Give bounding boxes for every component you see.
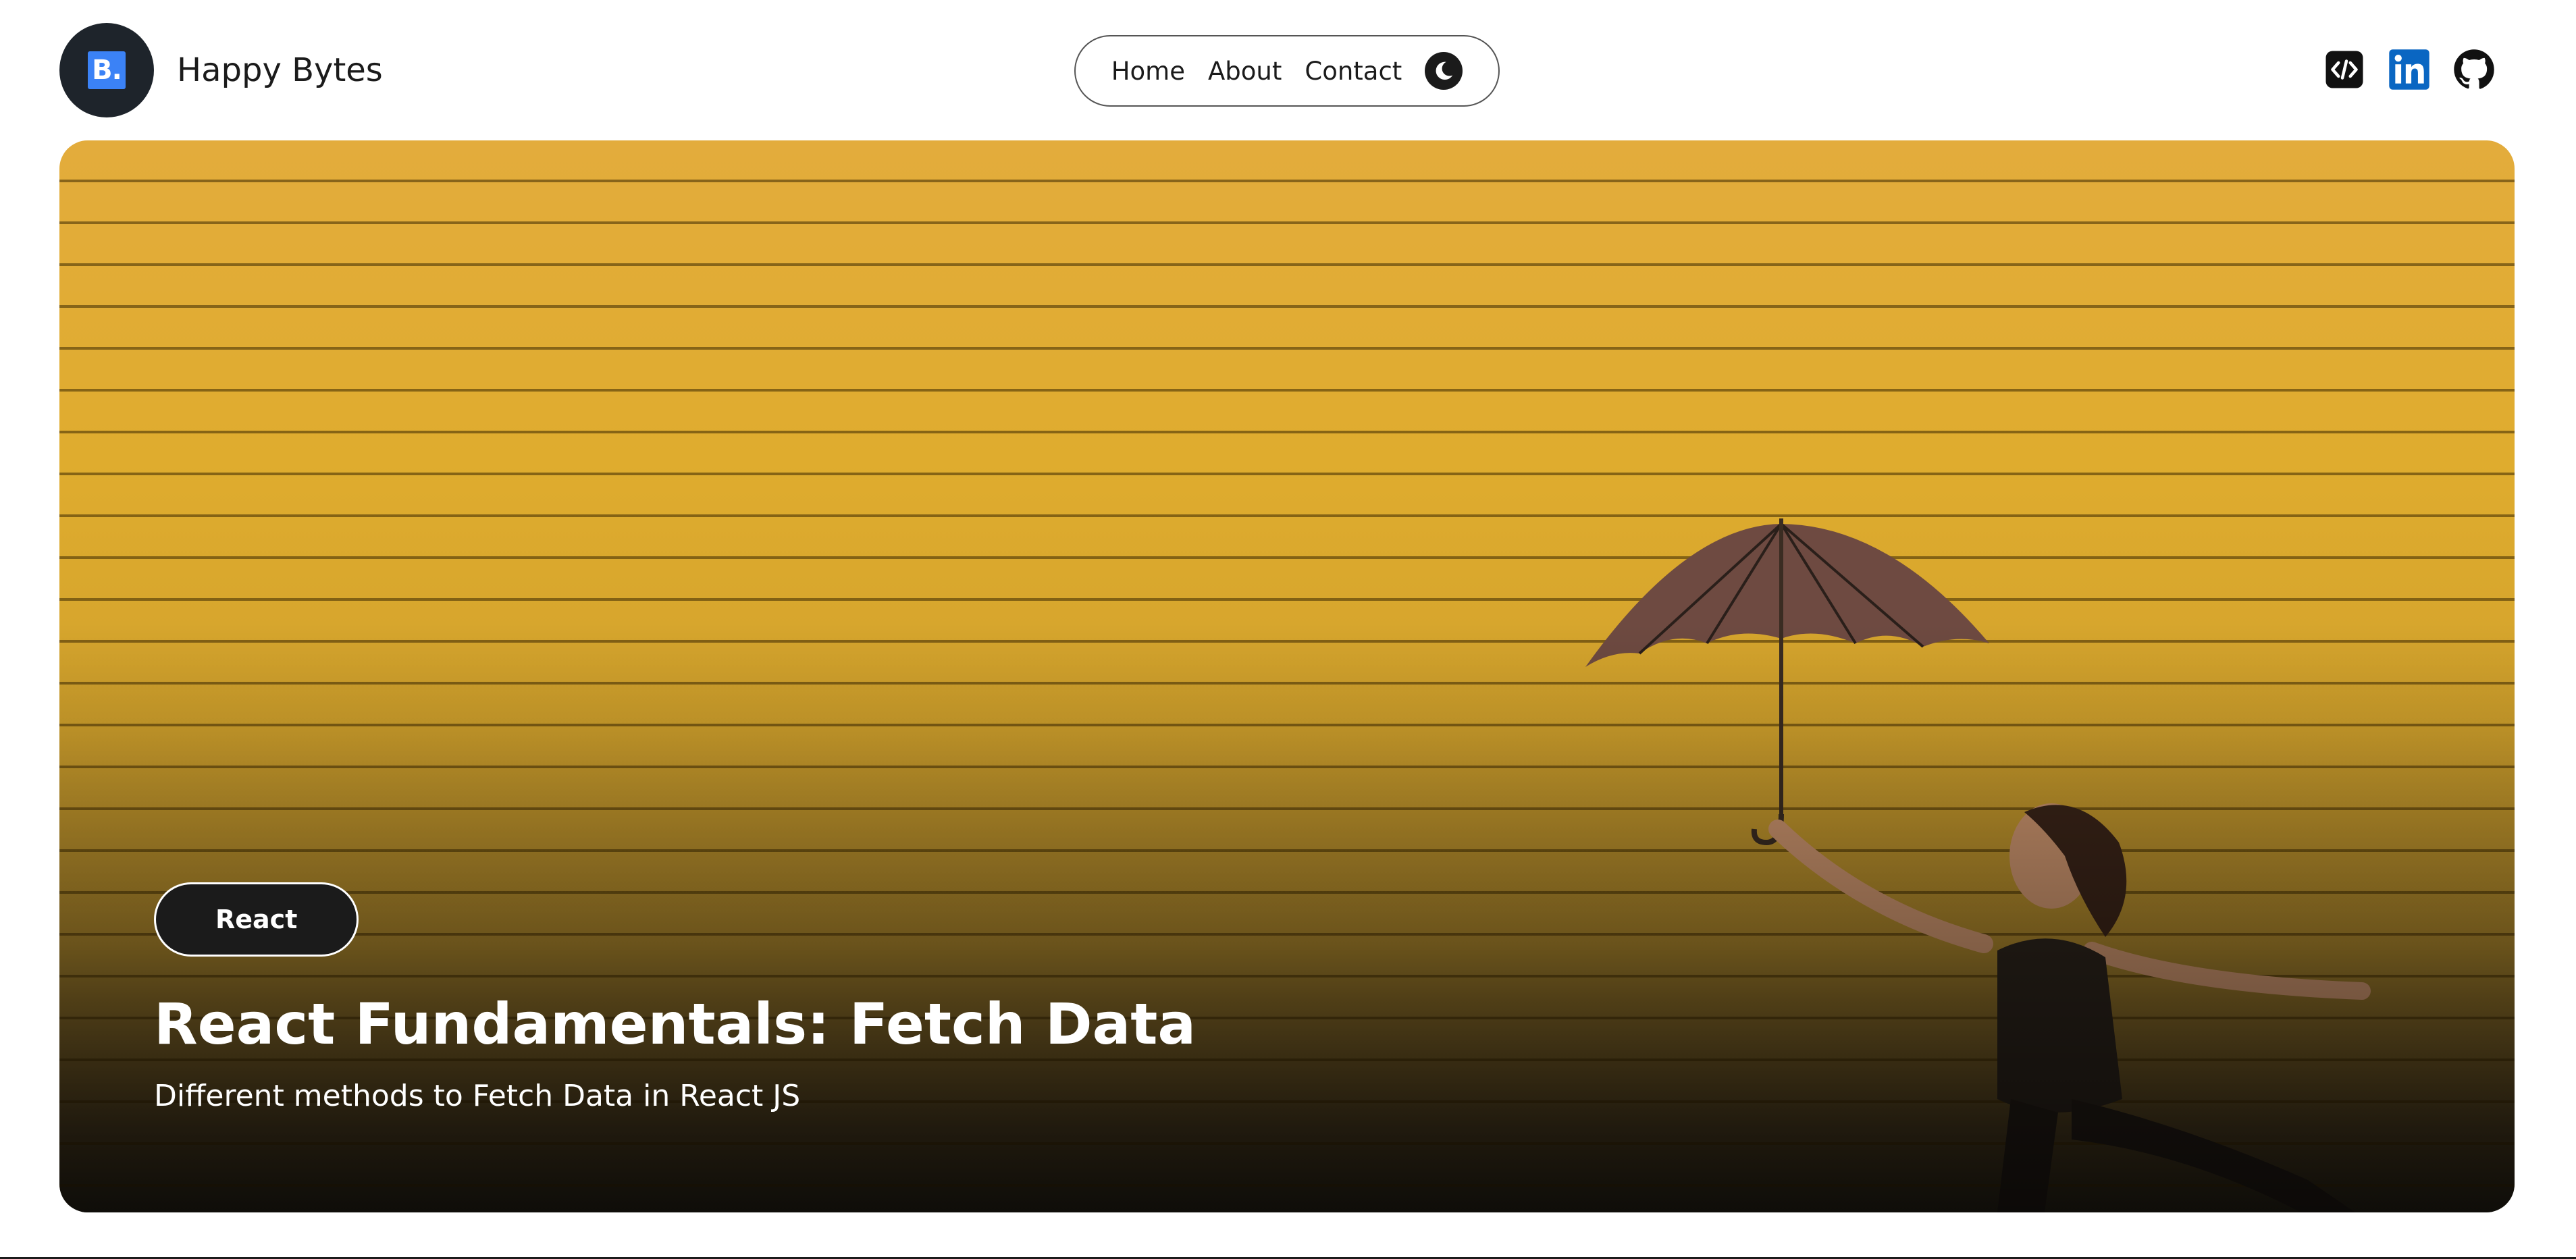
linkedin-icon <box>2389 49 2429 90</box>
github-link[interactable] <box>2453 49 2495 90</box>
logo[interactable]: B. <box>59 23 154 117</box>
code-link[interactable] <box>2323 49 2365 90</box>
brand[interactable]: B. Happy Bytes <box>59 23 383 117</box>
github-icon <box>2454 49 2494 89</box>
brand-name[interactable]: Happy Bytes <box>177 51 383 89</box>
logo-mark: B. <box>88 51 126 89</box>
category-tag[interactable]: React <box>154 882 359 957</box>
social-links <box>2323 49 2495 90</box>
nav-home-link[interactable]: Home <box>1111 57 1185 86</box>
main-nav: Home About Contact <box>1074 35 1500 107</box>
nav-contact-link[interactable]: Contact <box>1305 57 1402 86</box>
blog-page: B. Happy Bytes Home About Contact React … <box>0 0 2576 1259</box>
linkedin-link[interactable] <box>2388 49 2430 90</box>
moon-icon <box>1436 61 1453 80</box>
theme-toggle-button[interactable] <box>1425 52 1463 90</box>
hero-featured-post[interactable]: React React Fundamentals: Fetch Data Dif… <box>59 140 2515 1212</box>
code-icon <box>2325 51 2363 88</box>
post-title[interactable]: React Fundamentals: Fetch Data <box>154 991 1196 1057</box>
post-subtitle: Different methods to Fetch Data in React… <box>154 1079 801 1113</box>
nav-about-link[interactable]: About <box>1208 57 1282 86</box>
site-header: B. Happy Bytes Home About Contact <box>0 0 2576 140</box>
